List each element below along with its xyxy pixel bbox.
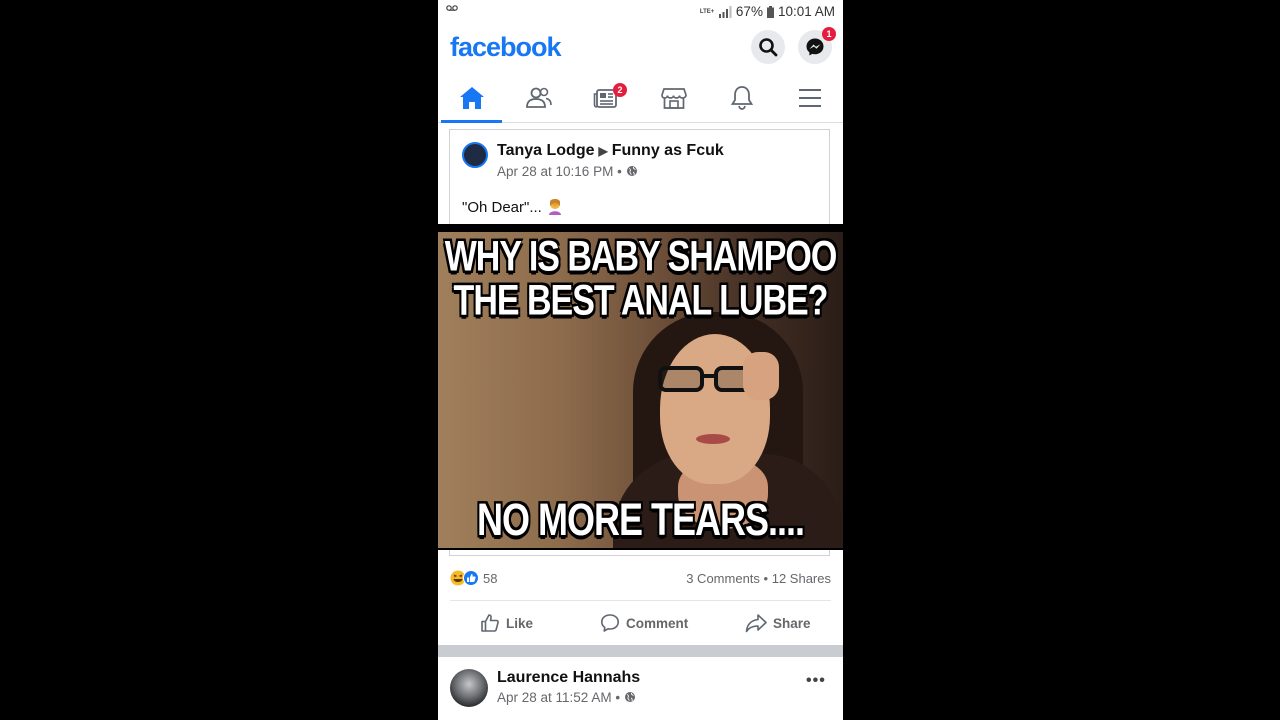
news-badge: 2 (613, 83, 627, 97)
tab-news[interactable]: 2 (572, 74, 639, 122)
tab-marketplace[interactable] (640, 74, 707, 122)
image-border (438, 224, 843, 232)
like-label: Like (506, 615, 534, 631)
reactions-summary[interactable]: 58 (450, 569, 497, 587)
app-header: facebook 1 (438, 24, 843, 74)
post-caption: "Oh Dear"... (462, 199, 542, 216)
post-author[interactable]: Tanya Lodge (497, 142, 595, 159)
next-post-timestamp[interactable]: Apr 28 at 11:52 AM (497, 690, 612, 705)
post-timestamp[interactable]: Apr 28 at 10:16 PM (497, 164, 613, 179)
like-reaction-icon (463, 570, 479, 586)
next-post-avatar[interactable] (450, 669, 488, 707)
group-avatar[interactable] (462, 142, 488, 168)
reaction-count: 58 (483, 570, 498, 586)
battery-percent: 67% (735, 4, 763, 19)
meme-caption-line-2: THE BEST ANAL LUBE? (453, 277, 829, 325)
post-meta: Apr 28 at 10:16 PM • (497, 164, 638, 179)
friends-icon (525, 87, 552, 108)
messenger-button[interactable]: 1 (798, 27, 836, 64)
image-figure-lips (696, 434, 730, 444)
phone-screen: LTE+ 67% 10:01 AM facebook 1 2 Tanya Lod… (438, 0, 843, 720)
comments-count[interactable]: 3 Comments (686, 571, 760, 586)
messenger-badge: 1 (822, 27, 836, 41)
status-bar: LTE+ 67% 10:01 AM (438, 0, 843, 24)
post-text: "Oh Dear"... (462, 197, 564, 216)
globe-icon (626, 166, 637, 176)
shares-count[interactable]: 12 Shares (772, 571, 831, 586)
tab-menu[interactable] (776, 74, 843, 122)
like-button[interactable]: Like (480, 604, 533, 642)
post-header: Tanya Lodge ▶ Funny as Fcuk (497, 142, 724, 160)
globe-icon (624, 692, 635, 702)
comment-button[interactable]: Comment (600, 604, 688, 642)
engagement-summary: 3 Comments • 12 Shares (686, 571, 831, 586)
next-post-author[interactable]: Laurence Hannahs (497, 669, 640, 687)
tab-bar: 2 (438, 74, 843, 123)
network-type: LTE+ (699, 8, 715, 15)
tab-friends[interactable] (505, 74, 572, 122)
signal-icon (718, 5, 732, 18)
woman-facepalming-emoji-icon (549, 199, 562, 215)
meme-caption-line-3: NO MORE TEARS.... (476, 493, 805, 545)
share-label: Share (773, 615, 811, 631)
play-arrow-icon: ▶ (598, 144, 608, 158)
marketplace-icon (660, 88, 687, 109)
comment-icon (601, 614, 619, 632)
messenger-icon (806, 38, 824, 56)
thumbs-up-icon (481, 614, 499, 632)
divider (450, 600, 831, 601)
next-post-meta: Apr 28 at 11:52 AM • (497, 690, 636, 705)
battery-icon (766, 5, 774, 18)
post-image[interactable]: WHY IS BABY SHAMPOO THE BEST ANAL LUBE? … (438, 224, 843, 550)
share-button[interactable]: Share (745, 604, 811, 642)
image-figure-hand (743, 352, 779, 400)
feed-separator (438, 645, 843, 657)
search-button[interactable] (751, 30, 785, 64)
image-border (438, 548, 843, 550)
voicemail-icon (446, 5, 458, 11)
more-options-icon[interactable]: ••• (806, 672, 826, 690)
meta-separator: • (617, 164, 622, 179)
share-arrow-icon (745, 614, 767, 633)
tab-home[interactable] (438, 74, 505, 123)
bell-icon (730, 86, 753, 110)
tab-notifications[interactable] (708, 74, 775, 122)
hamburger-menu-icon (798, 89, 821, 107)
comment-label: Comment (626, 615, 689, 631)
facebook-logo[interactable]: facebook (450, 32, 562, 63)
post-actions: Like Comment Share (438, 604, 843, 642)
post-group[interactable]: Funny as Fcuk (612, 142, 724, 159)
meta-separator: • (615, 690, 621, 705)
engagement-separator: • (763, 571, 769, 586)
search-icon (759, 38, 778, 57)
home-icon (459, 87, 484, 109)
clock: 10:01 AM (777, 4, 835, 19)
meme-caption-line-1: WHY IS BABY SHAMPOO (444, 233, 838, 281)
